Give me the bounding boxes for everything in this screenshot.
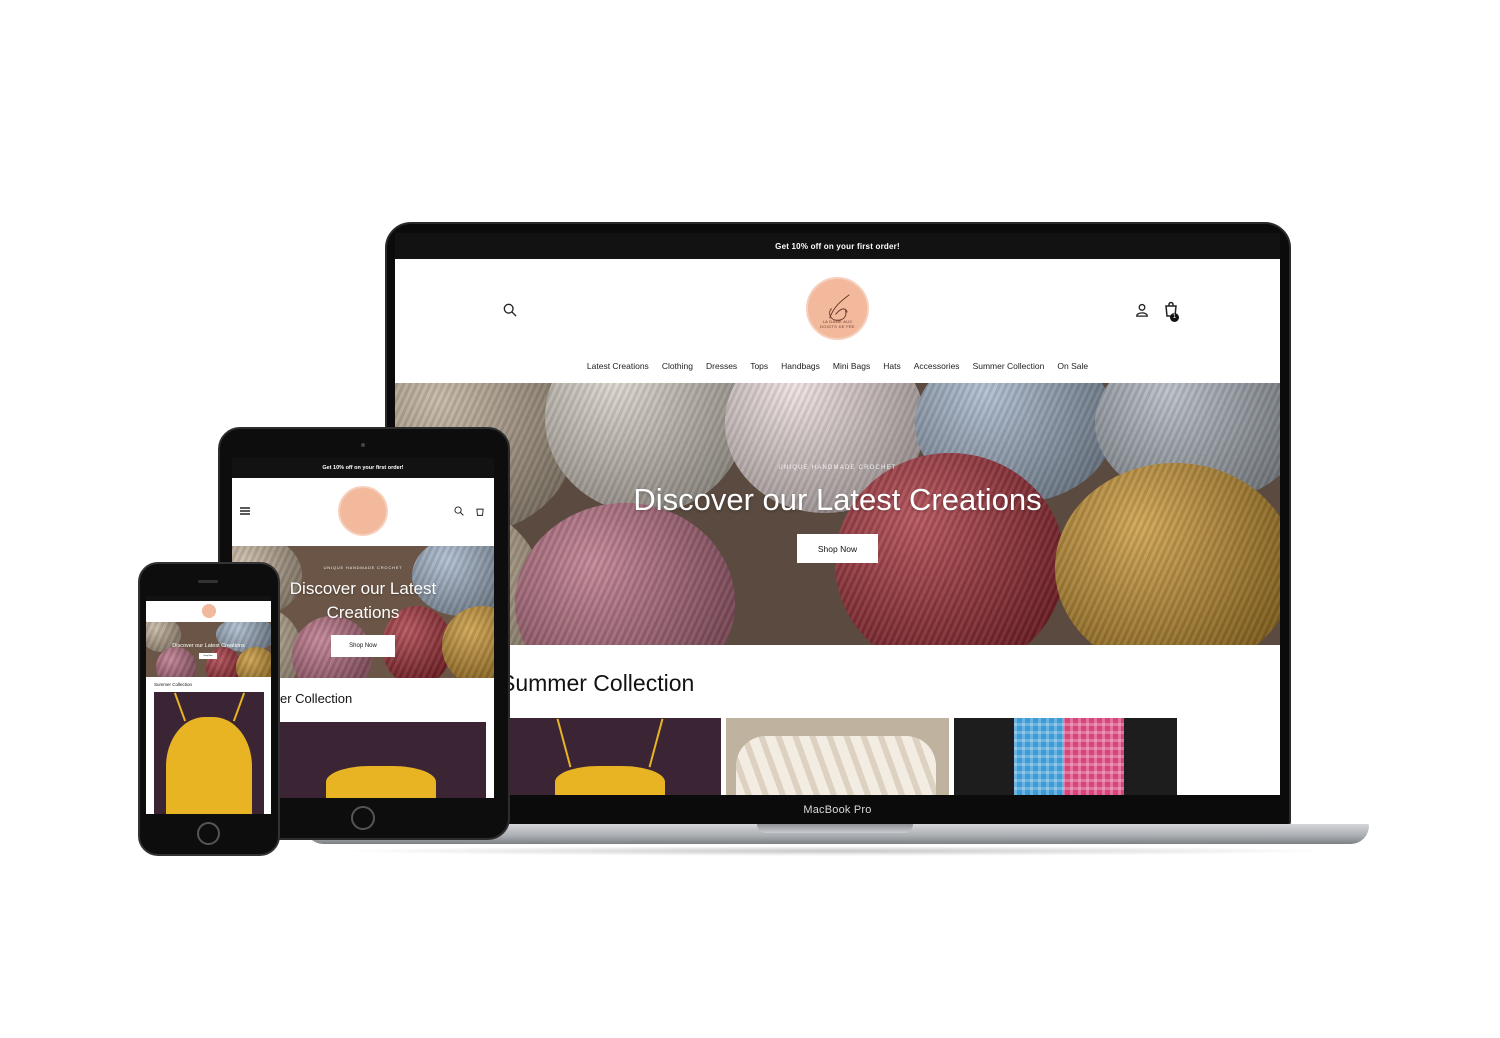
- brand-logo[interactable]: LA DAME AUX DOIGTS DE FÉE: [806, 277, 869, 340]
- nav-item-accessories[interactable]: Accessories: [914, 361, 960, 371]
- ipad-home-button: [351, 806, 375, 830]
- brand-logo[interactable]: [338, 486, 388, 536]
- device-mockup-stage: Get 10% off on your first order! LA DAME…: [0, 0, 1500, 1038]
- user-icon[interactable]: [1135, 303, 1149, 317]
- product-card-crochet-top[interactable]: [505, 718, 721, 795]
- macbook-label: MacBook Pro: [803, 804, 872, 816]
- yarn-ball-image: [236, 647, 271, 677]
- site-header: [232, 478, 494, 546]
- nav-item-on-sale[interactable]: On Sale: [1057, 361, 1088, 371]
- product-card-crochet-top[interactable]: [276, 722, 486, 798]
- nav-item-dresses[interactable]: Dresses: [706, 361, 737, 371]
- brand-logo[interactable]: [202, 604, 216, 618]
- product-card-granny-top[interactable]: [954, 718, 1177, 795]
- macbook-shadow: [330, 846, 1340, 856]
- main-nav: Latest Creations Clothing Dresses Tops H…: [395, 359, 1280, 383]
- shop-now-button[interactable]: Shop Now: [797, 534, 878, 563]
- nav-item-handbags[interactable]: Handbags: [781, 361, 820, 371]
- hero-title: Discover our Latest Creations: [633, 482, 1042, 517]
- announcement-bar: Get 10% off on your first order!: [395, 233, 1280, 259]
- announcement-bar: Get 10% off on your first order!: [232, 458, 494, 478]
- nav-item-latest-creations[interactable]: Latest Creations: [587, 361, 649, 371]
- cart-count-badge: 1: [1170, 313, 1179, 322]
- iphone-home-button: [197, 822, 220, 845]
- nav-item-mini-bags[interactable]: Mini Bags: [833, 361, 870, 371]
- product-card-crochet-top[interactable]: [154, 692, 264, 814]
- menu-icon[interactable]: [240, 506, 250, 516]
- macbook-notch: [757, 824, 913, 833]
- search-icon[interactable]: [454, 506, 464, 516]
- macbook-screen: Get 10% off on your first order! LA DAME…: [395, 233, 1280, 795]
- yarn-ball-image: [515, 503, 735, 645]
- nav-item-summer-collection[interactable]: Summer Collection: [973, 361, 1045, 371]
- iphone-speaker: [198, 580, 218, 583]
- hero-banner: UNIQUE HANDMADE CROCHET Discover our Lat…: [395, 383, 1280, 645]
- hand-illustration-icon: [829, 294, 850, 321]
- hero-title: Discover our Latest Creations: [172, 643, 245, 649]
- yarn-ball-image: [156, 647, 196, 677]
- site-header: [146, 601, 271, 622]
- shop-now-button[interactable]: Shop Now: [199, 653, 217, 659]
- hero-eyebrow: UNIQUE HANDMADE CROCHET: [778, 465, 897, 471]
- ipad-camera: [361, 443, 365, 447]
- section-title: Summer Collection: [500, 670, 695, 696]
- nav-item-clothing[interactable]: Clothing: [662, 361, 693, 371]
- hero-title: Discover our Latest Creations: [289, 579, 437, 622]
- hero-banner: Discover our Latest Creations Shop Now: [146, 622, 271, 677]
- search-icon[interactable]: [503, 303, 517, 317]
- nav-item-tops[interactable]: Tops: [750, 361, 768, 371]
- cart-icon[interactable]: [475, 506, 485, 516]
- nav-item-hats[interactable]: Hats: [883, 361, 900, 371]
- section-title: Summer Collection: [154, 682, 193, 687]
- site-header: LA DAME AUX DOIGTS DE FÉE 1: [395, 259, 1280, 359]
- product-card-crochet-bag[interactable]: [726, 718, 949, 795]
- shop-now-button[interactable]: Shop Now: [331, 635, 395, 657]
- brand-logo-text: LA DAME AUX DOIGTS DE FÉE: [820, 319, 855, 329]
- iphone-screen: Discover our Latest Creations Shop Now S…: [146, 596, 271, 814]
- section-title: er Collection: [280, 691, 353, 706]
